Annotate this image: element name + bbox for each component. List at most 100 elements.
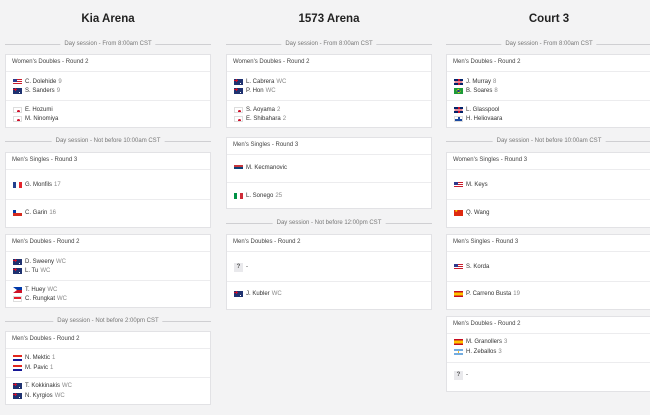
- croatia-flag-icon: [13, 365, 22, 371]
- match-round: Men's Doubles - Round 2: [12, 239, 80, 245]
- player-row[interactable]: S. Sanders 9: [13, 87, 60, 95]
- player-row[interactable]: M. Kecmanovic: [234, 164, 289, 172]
- australia-flag-icon: [13, 393, 22, 399]
- japan-flag-icon: [13, 116, 22, 122]
- player-name: L. Tu: [25, 268, 39, 274]
- finland-flag-icon: [454, 116, 463, 122]
- player-seed: 2: [277, 107, 281, 113]
- court-title: 1573 Arena: [298, 13, 360, 25]
- match-round: Men's Doubles - Round 2: [453, 321, 521, 327]
- match-card[interactable]: Women's Doubles - Round 2 L. Cabrera WC P…: [226, 54, 432, 128]
- player-name: B. Soares: [466, 88, 493, 94]
- court-column-court-3: Court 3 Day session - From 8:00am CST Me…: [446, 0, 650, 415]
- player-row[interactable]: ? -: [454, 370, 470, 380]
- player-row[interactable]: M. Pavic 1: [13, 364, 53, 372]
- player-row[interactable]: H. Heliovaara: [454, 115, 504, 123]
- match-card[interactable]: Men's Doubles - Round 2 N. Mektic 1 M. Pa…: [5, 331, 211, 405]
- player-row[interactable]: T. Huey WC: [13, 286, 57, 294]
- session-label: Day session - From 8:00am CST: [60, 39, 156, 49]
- session-label: Day session - Not before 2:00pm CST: [53, 316, 163, 326]
- italy-flag-icon: [234, 193, 243, 199]
- unknown-player-icon: ?: [234, 262, 243, 272]
- player-row[interactable]: J. Murray 8: [454, 78, 496, 86]
- player-row[interactable]: E. Shibahara 2: [234, 115, 286, 123]
- australia-flag-icon: [13, 259, 22, 265]
- player-seed: 19: [513, 291, 520, 297]
- player-name: L. Glasspool: [466, 107, 500, 113]
- player-row[interactable]: E. Hozumi: [13, 106, 55, 114]
- player-row[interactable]: D. Sweeny WC: [13, 258, 66, 266]
- player-seed: 16: [49, 210, 57, 216]
- philippines-flag-icon: [13, 287, 22, 293]
- player-seed: 8: [494, 88, 498, 94]
- player-row[interactable]: P. Hon WC: [234, 87, 276, 95]
- match-round: Men's Singles - Round 3: [453, 239, 519, 245]
- player-row[interactable]: C. Rungkat WC: [13, 295, 67, 303]
- session-label: Day session - Not before 12:00pm CST: [272, 218, 386, 228]
- player-row[interactable]: C. Garin 16: [13, 209, 56, 217]
- player-row[interactable]: M. Granollers 3: [454, 338, 507, 346]
- player-seed: WC: [54, 393, 65, 399]
- match-card[interactable]: Women's Doubles - Round 2 C. Dolehide 9 S…: [5, 54, 211, 128]
- match-card[interactable]: Women's Singles - Round 3 M. Keys Q. Wan…: [446, 152, 650, 228]
- player-name: M. Ninomiya: [25, 116, 59, 122]
- player-row[interactable]: T. Kokkinakis WC: [13, 382, 72, 390]
- player-name: D. Sweeny: [25, 259, 55, 265]
- australia-flag-icon: [234, 88, 243, 94]
- player-row[interactable]: M. Ninomiya: [13, 115, 60, 123]
- player-row[interactable]: C. Dolehide 9: [13, 78, 62, 86]
- player-row[interactable]: N. Mektic 1: [13, 354, 55, 362]
- player-row[interactable]: J. Kubler WC: [234, 290, 282, 298]
- uk-flag-icon: [454, 79, 463, 85]
- match-card[interactable]: Men's Doubles - Round 2 M. Granollers 3 H…: [446, 316, 650, 392]
- player-row[interactable]: B. Soares 8: [454, 87, 498, 95]
- player-row[interactable]: L. Sonego 25: [234, 192, 282, 200]
- player-seed: 2: [282, 116, 287, 122]
- player-seed: 1: [50, 365, 54, 371]
- spain-flag-icon: [454, 291, 463, 297]
- chile-flag-icon: [13, 210, 22, 216]
- session-divider: Day session - Not before 2:00pm CST: [5, 316, 211, 326]
- player-row[interactable]: H. Zeballos 3: [454, 348, 502, 356]
- player-name: S. Sanders: [25, 88, 55, 94]
- indonesia-flag-icon: [13, 296, 22, 302]
- usa-flag-icon: [454, 264, 463, 270]
- player-name: J. Kubler: [246, 291, 270, 297]
- court-title: Kia Arena: [81, 13, 135, 25]
- match-card[interactable]: Men's Singles - Round 3 G. Monfils 17 C. …: [5, 152, 211, 228]
- player-seed: 8: [493, 79, 497, 85]
- player-row[interactable]: Q. Wang: [454, 209, 491, 217]
- player-row[interactable]: G. Monfils 17: [13, 181, 61, 189]
- player-row[interactable]: N. Kyrgios WC: [13, 392, 65, 400]
- uk-flag-icon: [454, 107, 463, 113]
- match-card[interactable]: Men's Singles - Round 3 M. Kecmanovic L.…: [226, 137, 432, 209]
- unknown-player-icon: ?: [454, 370, 463, 380]
- player-name: H. Zeballos: [466, 349, 497, 355]
- match-card[interactable]: Men's Doubles - Round 2 D. Sweeny WC L. T…: [5, 234, 211, 308]
- player-name: P. Carreno Busta: [466, 291, 512, 297]
- player-row[interactable]: M. Keys: [454, 181, 490, 189]
- player-row[interactable]: L. Tu WC: [13, 267, 50, 275]
- player-name: C. Dolehide: [25, 79, 57, 85]
- player-row[interactable]: S. Aoyama 2: [234, 106, 280, 114]
- player-name: M. Kecmanovic: [246, 165, 288, 171]
- player-row[interactable]: P. Carreno Busta 19: [454, 290, 520, 298]
- session-divider: Day session - From 8:00am CST: [5, 39, 211, 49]
- player-name: E. Hozumi: [25, 107, 53, 113]
- match-card[interactable]: Men's Singles - Round 3 S. Korda P. Carr…: [446, 234, 650, 310]
- player-row[interactable]: ? -: [234, 262, 250, 272]
- brazil-flag-icon: [454, 88, 463, 94]
- player-name: E. Shibahara: [246, 116, 281, 122]
- player-row[interactable]: L. Cabrera WC: [234, 78, 286, 86]
- session-divider: Day session - Not before 10:00am CST: [5, 136, 211, 146]
- match-card[interactable]: Men's Doubles - Round 2 J. Murray 8 B. So…: [446, 54, 650, 128]
- player-name: G. Monfils: [25, 182, 53, 188]
- australia-flag-icon: [234, 291, 243, 297]
- player-name: L. Cabrera: [246, 79, 275, 85]
- match-card[interactable]: Men's Doubles - Round 2 ? - J. Kubler WC: [226, 234, 432, 310]
- player-row[interactable]: S. Korda: [454, 263, 491, 271]
- session-divider: Day session - From 8:00am CST: [226, 39, 432, 49]
- player-seed: 1: [52, 355, 56, 361]
- player-name: M. Granollers: [466, 339, 503, 345]
- player-row[interactable]: L. Glasspool: [454, 106, 501, 114]
